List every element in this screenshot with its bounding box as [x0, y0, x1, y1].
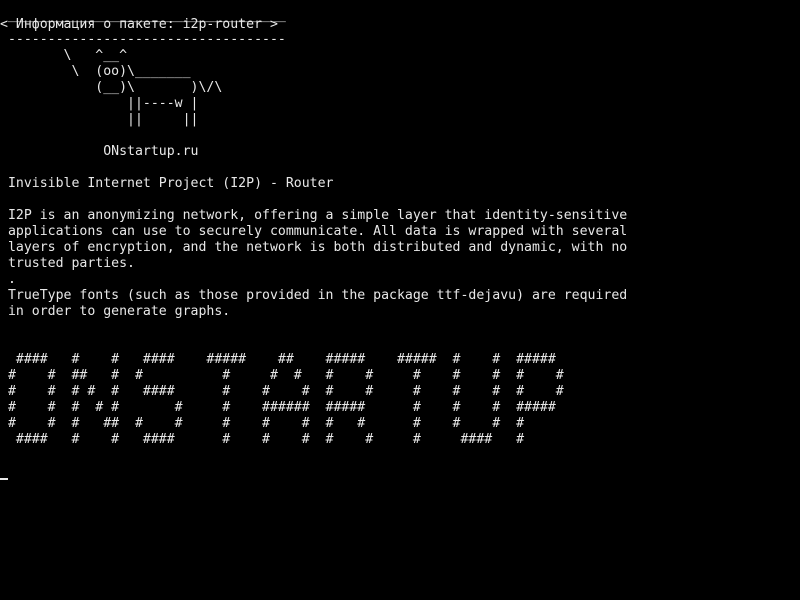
- package-description-line: in order to generate graphs.: [0, 304, 231, 319]
- cowsay-bubble-text: < Информация о пакете: i2p-router >: [0, 17, 278, 32]
- cowsay-cow-line: || ||: [0, 112, 199, 127]
- cowsay-cow-line: \ (oo)\_______: [0, 64, 191, 79]
- ascii-banner-line: # # # # # #### # # # # # # # # # #: [0, 384, 564, 399]
- ascii-banner-line: # # ## # # # # # # # # # # # #: [0, 368, 564, 383]
- terminal-window[interactable]: ___________________________________ < Ин…: [0, 0, 800, 600]
- ascii-banner-line: #### # # #### # # # # # # #### #: [0, 432, 525, 447]
- package-description-line: trusted parties.: [0, 256, 135, 271]
- package-description-line: layers of encryption, and the network is…: [0, 240, 628, 255]
- ascii-banner-line: # # # ## # # # # # # # # # # #: [0, 416, 525, 431]
- ascii-banner-line: #### # # #### ##### ## ##### ##### # # #…: [0, 352, 556, 367]
- text-cursor: [0, 478, 8, 480]
- package-description-line: .: [0, 272, 16, 287]
- cowsay-cow-line: ||----w |: [0, 96, 199, 111]
- cowsay-cow-line: \ ^__^: [0, 48, 128, 63]
- site-name: ONstartup.ru: [0, 144, 199, 159]
- package-title: Invisible Internet Project (I2P) - Route…: [0, 176, 334, 191]
- package-description-line: applications can use to securely communi…: [0, 224, 628, 239]
- ascii-banner-line: # # # # # # # ###### ##### # # # #####: [0, 400, 556, 415]
- package-description-line: TrueType fonts (such as those provided i…: [0, 288, 628, 303]
- package-description-line: I2P is an anonymizing network, offering …: [0, 208, 628, 223]
- cowsay-cow-line: (__)\ )\/\: [0, 80, 223, 95]
- cowsay-bubble-bottom: -----------------------------------: [0, 32, 286, 47]
